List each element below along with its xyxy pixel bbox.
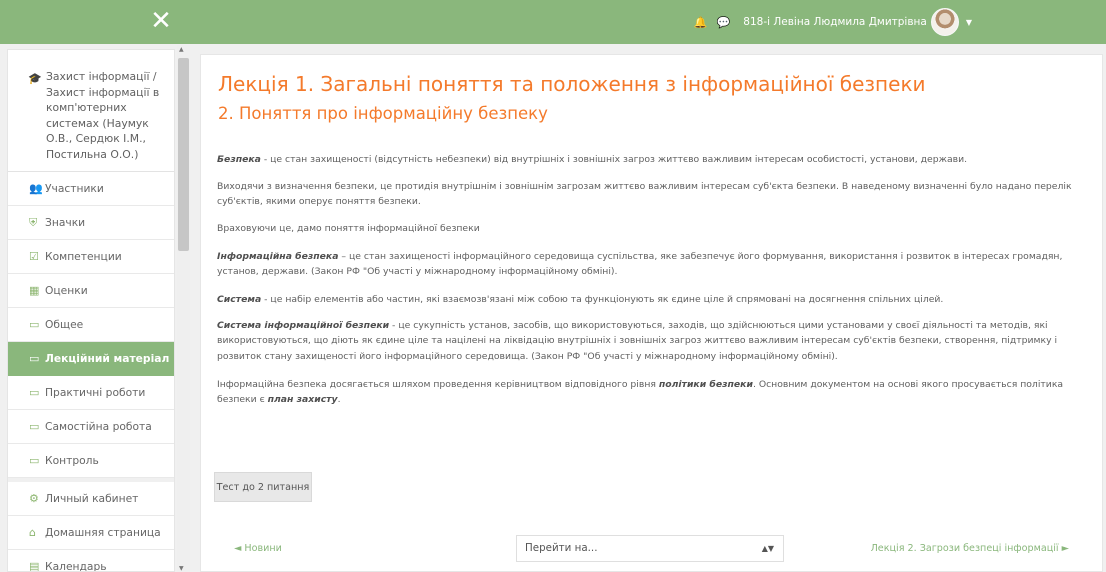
page-subtitle: 2. Поняття про інформаційну безпеку [218,104,548,123]
paragraph-security-policy: Інформаційна безпека досягається шляхом … [217,377,1085,408]
sidebar-item-general[interactable]: ▭ Общее [8,308,174,342]
jump-to-select[interactable]: Перейти на... ▲▼ [516,535,784,562]
sidebar-item-competencies[interactable]: ☑ Компетенции [8,240,174,274]
term-security-policy: політики безпеки [658,379,753,390]
paragraph-text: – це стан захищеності інформаційного сер… [217,251,1063,278]
sidebar-item-control[interactable]: ▭ Контроль [8,444,174,478]
chevron-down-icon[interactable]: ▼ [966,18,972,27]
sidebar-item-label: Лекційний матеріал [45,352,170,365]
folder-icon: ▭ [29,318,40,331]
term-information-security: Інформаційна безпека [217,251,339,262]
paragraph-text: - це стан захищеності (відсутність небез… [260,154,968,165]
sidebar-item-dashboard[interactable]: ⚙ Личный кабинет [8,482,174,516]
dashboard-icon: ⚙ [29,492,39,505]
paragraph-security-definition: Безпека - це стан захищеності (відсутніс… [217,152,1085,167]
sidebar-item-practical-works[interactable]: ▭ Практичні роботи [8,376,174,410]
paragraph-system: Система - це набір елементів або частин,… [217,292,1085,307]
paragraph-text: Виходячи з визначення безпеки, це протид… [217,181,1072,208]
select-arrows-icon: ▲▼ [761,544,774,553]
sidebar-item-label: Домашняя страница [45,526,161,539]
sidebar-item-label: Компетенции [45,250,122,263]
paragraph-information-security: Інформаційна безпека – це стан захищенос… [217,249,1085,280]
page-title: Лекція 1. Загальні поняття та положення … [218,72,926,96]
sidebar-item-label: Контроль [45,454,99,467]
chat-icon[interactable]: 💬 [717,16,731,29]
folder-icon: ▭ [29,420,40,433]
term-security: Безпека [217,154,261,165]
scrollbar-thumb[interactable] [178,58,189,251]
graduation-cap-icon: 🎓 [28,72,42,85]
paragraph-intro: Враховуючи це, дамо поняття інформаційно… [217,221,1085,236]
shield-icon: ⛨ [29,216,38,229]
sidebar-item-label: Самостійна робота [45,420,152,433]
paragraph-text: - це набір елементів або частин, які вза… [261,294,944,305]
folder-icon: ▭ [29,352,40,365]
course-title[interactable]: Захист інформації / Захист інформації в … [29,69,166,162]
sidebar-item-label: Практичні роботи [45,386,146,399]
term-protection-plan: план захисту [267,394,338,406]
calendar-icon: ▤ [29,560,40,572]
sidebar-course-link[interactable]: 🎓 Захист інформації / Захист інформації … [8,50,174,172]
paragraph-text: Інформаційна безпека досягається шляхом … [217,379,659,390]
test-button[interactable]: Тест до 2 питання [214,472,312,502]
sidebar-item-label: Значки [45,216,86,229]
scroll-up-icon[interactable]: ▲ [179,46,184,53]
home-icon: ⌂ [29,526,36,539]
term-system: Система [217,294,262,305]
user-menu[interactable]: 🔔 💬 818-і Левіна Людмила Дмитрівна ▼ [694,0,972,44]
paragraph-text: . [337,394,341,406]
sidebar-item-label: Оценки [45,284,88,297]
sidebar-item-independent-work[interactable]: ▭ Самостійна робота [8,410,174,444]
sidebar-item-calendar[interactable]: ▤ Календарь [8,550,174,572]
term-security-system: Система інформаційної безпеки [217,320,390,331]
sidebar-item-label: Общее [45,318,84,331]
table-icon: ▦ [29,284,40,297]
bell-icon[interactable]: 🔔 [694,16,708,29]
username[interactable]: 818-і Левіна Людмила Дмитрівна [743,16,927,28]
next-activity-link[interactable]: Лекція 2. Загрози безпеці інформації ► [871,543,1069,554]
main-content-panel: Лекція 1. Загальні поняття та положення … [200,54,1103,572]
paragraph-security-system: Система інформаційної безпеки - це сукуп… [217,318,1085,364]
sidebar-item-badges[interactable]: ⛨ Значки [8,206,174,240]
scroll-down-icon[interactable]: ▼ [179,565,184,572]
sidebar-item-label: Личный кабинет [45,492,139,505]
folder-icon: ▭ [29,454,40,467]
check-square-icon: ☑ [29,250,39,263]
sidebar-item-home[interactable]: ⌂ Домашняя страница [8,516,174,550]
course-sidebar: 🎓 Захист інформації / Захист інформації … [7,49,175,572]
users-icon: 👥 [29,182,43,195]
close-icon[interactable]: ✕ [148,8,174,34]
sidebar-item-label: Участники [45,182,104,195]
sidebar-item-participants[interactable]: 👥 Участники [8,172,174,206]
sidebar-item-grades[interactable]: ▦ Оценки [8,274,174,308]
paragraph-text: Враховуючи це, дамо поняття інформаційно… [217,223,480,234]
sidebar-item-label: Календарь [45,560,107,572]
paragraph-counteraction: Виходячи з визначення безпеки, це протид… [217,179,1085,210]
folder-icon: ▭ [29,386,40,399]
sidebar-item-lecture-material[interactable]: ▭ Лекційний матеріал [8,342,174,376]
top-navbar: ✕ 🔔 💬 818-і Левіна Людмила Дмитрівна ▼ [0,0,1106,44]
previous-activity-link[interactable]: ◄ Новини [234,543,282,554]
select-value: Перейти на... [525,542,598,554]
avatar[interactable] [930,8,959,36]
